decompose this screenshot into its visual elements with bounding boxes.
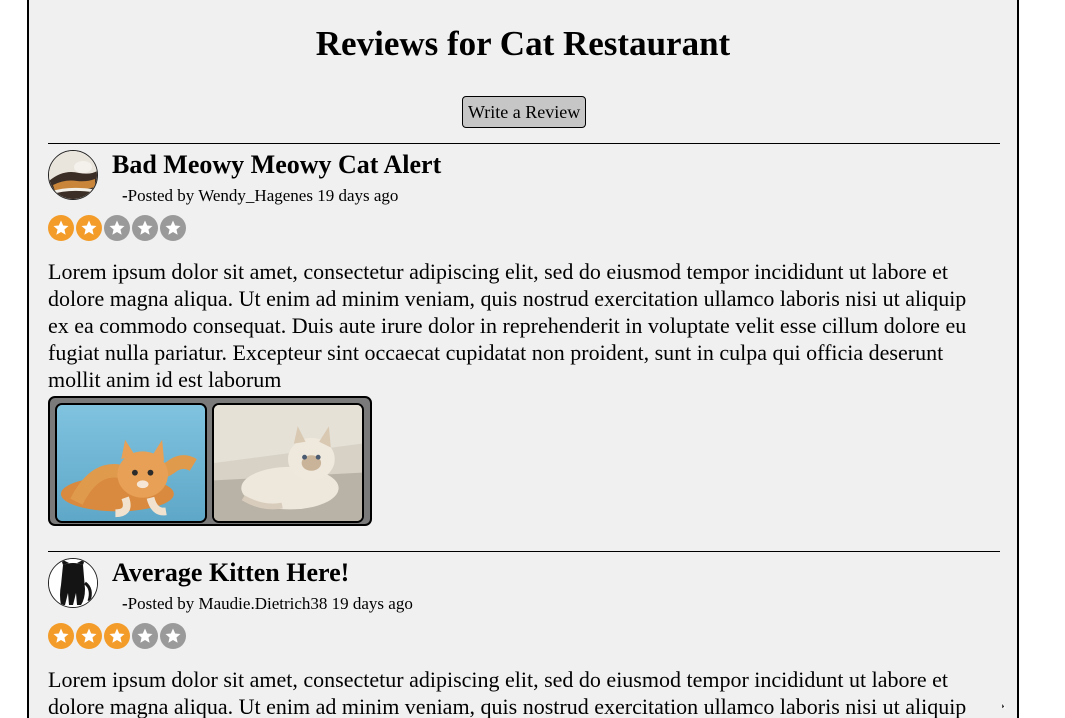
review-divider [48,143,1000,144]
page-title: Reviews for Cat Restaurant [315,24,731,63]
review-title: Average Kitten Here! [112,558,350,587]
star-filled-icon [48,215,74,241]
review-posted-by: -Posted by Maudie.Dietrich38 19 days ago [122,594,413,614]
star-filled-icon [76,215,102,241]
orange-kitten-photo[interactable] [55,403,207,523]
black-cat-avatar-icon[interactable] [48,558,98,608]
photo-gallery [48,396,372,526]
review-body: Lorem ipsum dolor sit amet, consectetur … [48,259,967,392]
review-title: Bad Meowy Meowy Cat Alert [112,150,442,179]
review-posted-by: -Posted by Wendy_Hagenes 19 days ago [122,186,398,206]
star-filled-icon [104,623,130,649]
star-empty-icon [132,623,158,649]
review-body: Lorem ipsum dolor sit amet, consectetur … [48,667,967,718]
cat-avatar-icon[interactable] [48,150,98,200]
reviews-page: Reviews for Cat Restaurant Write a Revie… [27,0,1019,718]
star-empty-icon [160,623,186,649]
star-filled-icon [48,623,74,649]
star-empty-icon [160,215,186,241]
star-filled-icon [76,623,102,649]
fluffy-cat-photo[interactable] [212,403,364,523]
write-review-button[interactable]: Write a Review [462,96,587,128]
mouse-cursor-icon [1002,703,1007,709]
review-divider [48,551,1000,552]
star-empty-icon [104,215,130,241]
posted-text: Posted by Wendy_Hagenes 19 days ago [127,186,399,205]
star-rating [48,623,186,649]
star-empty-icon [132,215,158,241]
posted-text: Posted by Maudie.Dietrich38 19 days ago [127,594,413,613]
star-rating [48,215,186,241]
